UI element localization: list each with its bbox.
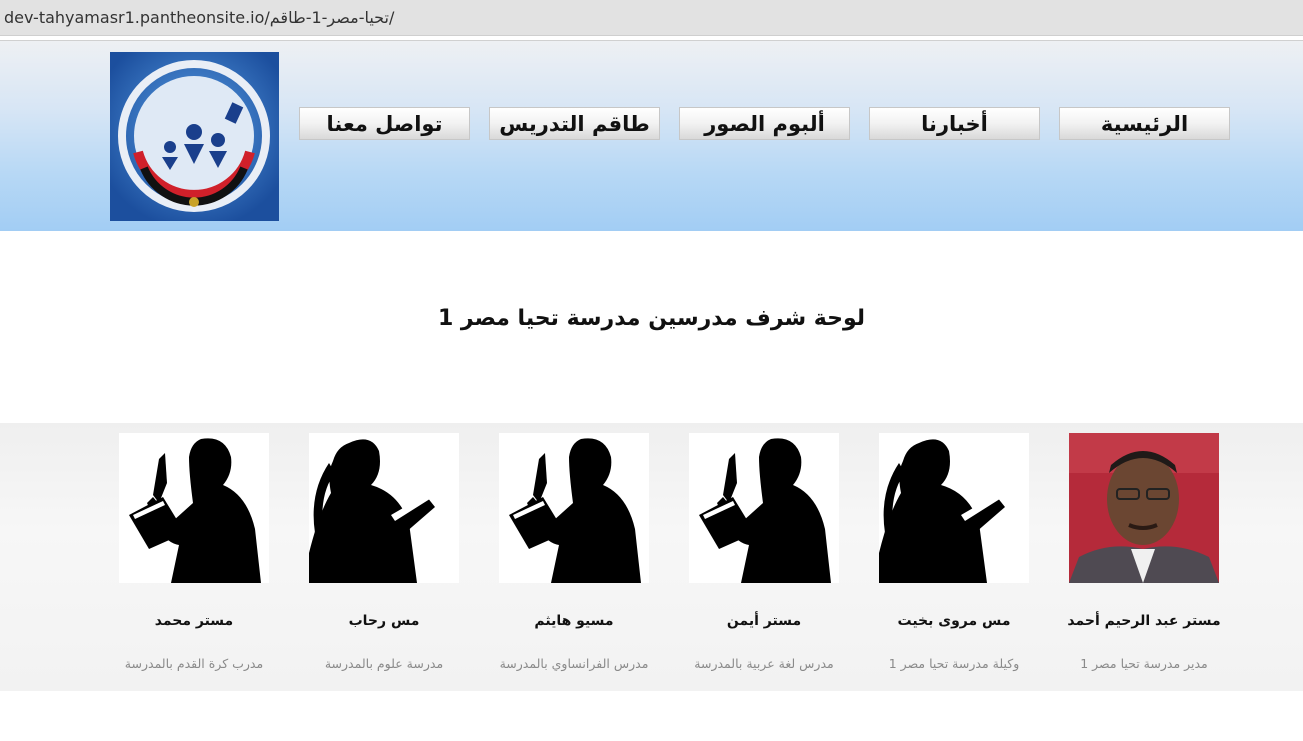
page-title: لوحة شرف مدرسين مدرسة تحيا مصر 1 xyxy=(437,306,866,331)
nav-contact[interactable]: تواصل معنا xyxy=(299,107,470,140)
nav-home[interactable]: الرئيسية xyxy=(1059,107,1230,140)
staff-name: مس مروى بخيت xyxy=(897,613,1011,629)
staff-name: مستر أيمن xyxy=(726,613,802,629)
portrait-photo-icon xyxy=(1069,433,1219,583)
staff-role: مدرس لغة عربية بالمدرسة xyxy=(694,656,834,671)
staff-name: مسيو هايثم xyxy=(534,613,614,629)
staff-role: مدير مدرسة تحيا مصر 1 xyxy=(1080,656,1208,671)
site-header: الرئيسية أخبارنا ألبوم الصور طاقم التدري… xyxy=(0,40,1303,231)
nav-teaching-staff[interactable]: طاقم التدريس xyxy=(489,107,660,140)
staff-name: مستر عبد الرحيم أحمد xyxy=(1067,613,1221,629)
male-silhouette-icon xyxy=(689,433,839,583)
staff-name: مس رحاب xyxy=(348,613,420,629)
staff-role: وكيلة مدرسة تحيا مصر 1 xyxy=(888,656,1020,671)
female-silhouette-icon xyxy=(309,433,459,583)
staff-role: مدرسة علوم بالمدرسة xyxy=(324,656,444,671)
nav-news[interactable]: أخبارنا xyxy=(869,107,1040,140)
male-silhouette-icon xyxy=(119,433,269,583)
male-silhouette-icon xyxy=(499,433,649,583)
staff-section: مستر عبد الرحيم أحمد مدير مدرسة تحيا مصر… xyxy=(0,423,1303,691)
staff-role: مدرس الفرانساوي بالمدرسة xyxy=(499,656,649,671)
female-silhouette-icon xyxy=(879,433,1029,583)
school-logo-icon[interactable] xyxy=(110,52,279,221)
address-bar[interactable]: dev-tahyamasr1.pantheonsite.io/تحيا-مصر-… xyxy=(0,0,1303,36)
staff-name: مستر محمد xyxy=(154,613,234,629)
url-text[interactable]: dev-tahyamasr1.pantheonsite.io/تحيا-مصر-… xyxy=(4,8,394,27)
staff-role: مدرب كرة القدم بالمدرسة xyxy=(124,656,264,671)
nav-photo-album[interactable]: ألبوم الصور xyxy=(679,107,850,140)
